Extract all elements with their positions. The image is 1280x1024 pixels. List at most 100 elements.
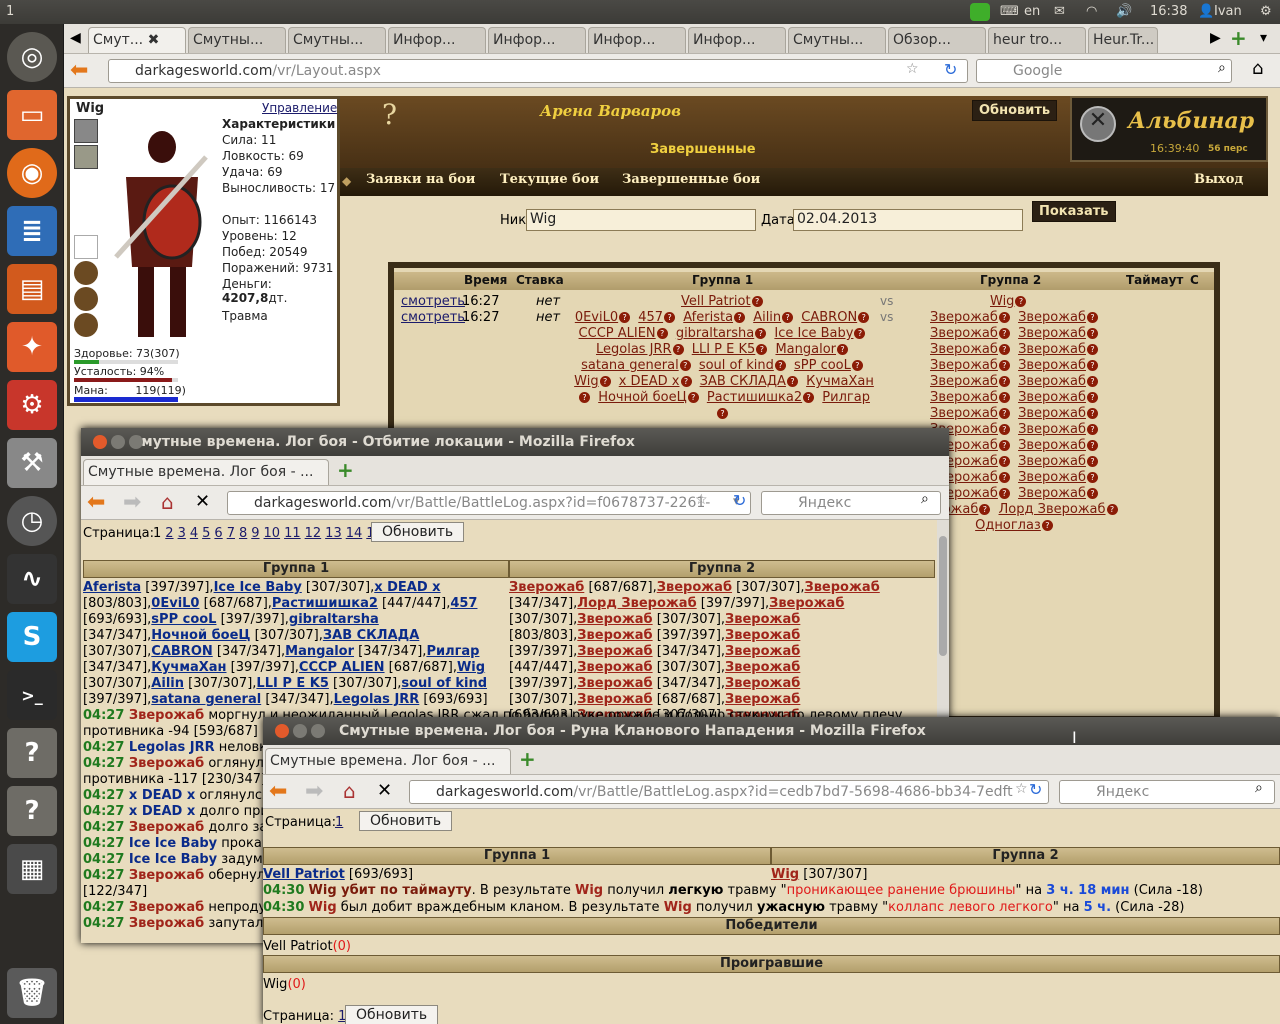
bookmark-star-icon[interactable]: ☆ [906,61,919,77]
url-bar[interactable]: darkagesworld.com/vr/Layout.aspx [108,59,968,83]
fighter-link[interactable]: Ice Ice Baby? [774,326,866,341]
tab[interactable]: Инфор... [488,27,586,53]
page-link[interactable]: 4 [190,526,198,541]
close-icon[interactable]: ✖ [148,32,160,48]
tab[interactable]: Смутные времена. Лог боя - ... [83,459,329,485]
fighter-link[interactable]: CABRON? [801,310,870,325]
writer-icon[interactable]: ≣ [7,206,57,256]
tab[interactable]: Инфор... [388,27,486,53]
page-link[interactable]: 12 [305,526,322,541]
new-tab-icon[interactable]: + [1230,26,1247,50]
ubuntu-home-icon[interactable]: ◎ [7,32,57,82]
power-icon[interactable]: ⚙ [1260,4,1272,19]
fighter-link[interactable]: 0EviL0? [575,310,631,325]
page-link[interactable]: 6 [214,526,222,541]
mail-icon[interactable]: ✉ [1054,4,1065,19]
tab[interactable]: Смут... ✖ [88,27,186,53]
fighter-link[interactable]: Зверожаб? [1018,310,1098,325]
tab[interactable]: Смутны... [288,27,386,53]
trauma-label[interactable]: Травма [222,309,268,323]
fighter-link[interactable]: Зверожаб? [1018,358,1098,373]
maximize-icon[interactable] [129,435,143,449]
tabs-scroll-left-icon[interactable]: ◀ [70,30,81,46]
show-button[interactable]: Показать [1032,201,1116,222]
checkmark-icon[interactable] [970,3,990,21]
weapon-slot[interactable] [74,119,98,143]
window-title[interactable]: Смутные времена. Лог боя - Отбитие локац… [81,428,949,456]
fighter-link[interactable]: Ailin? [753,310,794,325]
terminal-icon[interactable]: >_ [7,670,57,720]
fighter-link[interactable]: Wig? [990,294,1027,309]
fighter-link[interactable]: gibraltarsha? [676,326,767,341]
menu-applications[interactable]: Заявки на бои [366,172,475,187]
new-tab-icon[interactable]: + [519,747,536,771]
fighter-link[interactable]: Зверожаб? [930,310,1010,325]
refresh-button[interactable]: Обновить [345,1005,439,1024]
fighter-link[interactable]: 457? [638,310,676,325]
page-link[interactable]: 9 [251,526,259,541]
fighter-link[interactable]: Legolas JRR? [596,342,684,357]
fighter-link[interactable]: Mangalor? [775,342,849,357]
window-title[interactable]: Смутные времена. Лог боя - Руна Клановог… [263,717,1280,745]
fighter-link[interactable]: soul of kind? [699,358,786,373]
close-icon[interactable] [93,435,107,449]
tab-list-icon[interactable]: ▾ [1260,30,1267,46]
page-link[interactable]: 5 [202,526,210,541]
view-link[interactable]: смотреть [401,310,465,325]
files-icon[interactable]: ▭ [7,90,57,140]
tab[interactable]: Обзор... [888,27,986,53]
fighter-link[interactable]: Зверожаб? [1018,422,1098,437]
page-link[interactable]: 10 [264,526,281,541]
fighter-link[interactable]: Зверожаб? [930,406,1010,421]
tab[interactable]: Смутны... [188,27,286,53]
language-indicator[interactable]: en [1024,4,1040,19]
armor-slot[interactable] [74,145,98,169]
refresh-button[interactable]: Обновить [359,811,453,831]
character-name[interactable]: Wig [76,101,104,116]
refresh-button[interactable]: Обновить [371,522,465,542]
menu-exit[interactable]: Выход [1194,172,1243,187]
fighter-link[interactable]: Vell Patriot? [681,294,763,309]
back-icon[interactable]: ⬅ [269,779,287,804]
ring-slot[interactable] [74,313,98,337]
skype-icon[interactable]: S [7,612,57,662]
fighter-link[interactable]: Зверожаб? [1018,454,1098,469]
page-link[interactable]: 14 [346,526,363,541]
maximize-icon[interactable] [311,724,325,738]
tab[interactable]: Смутные времена. Лог боя - ... [265,748,511,774]
fighter-link[interactable]: Зверожаб? [1018,390,1098,405]
fighter-link[interactable]: Зверожаб? [1018,486,1098,501]
workspace-indicator[interactable]: 1 [6,4,14,19]
fighter-link[interactable]: satana general? [581,358,691,373]
fighter-link[interactable]: x DEAD x? [619,374,692,389]
system-monitor-icon[interactable]: ∿ [7,554,57,604]
reload-icon[interactable]: ↻ [1029,780,1042,799]
home-icon[interactable]: ⌂ [343,779,356,803]
empty-slot[interactable] [74,235,98,259]
software-center-icon[interactable]: ✦ [7,322,57,372]
refresh-button[interactable]: Обновить [972,100,1058,121]
nick-input[interactable]: Wig [526,209,756,231]
home-icon[interactable]: ⌂ [1252,58,1263,79]
page-link[interactable]: 3 [178,526,186,541]
help-icon[interactable]: ? [382,98,397,131]
date-input[interactable]: 02.04.2013 [793,209,1023,231]
fighter-link[interactable]: LLI P E K5? [692,342,768,357]
clock-icon[interactable]: ◷ [7,496,57,546]
ring-slot[interactable] [74,287,98,311]
menu-current[interactable]: Текущие бои [500,172,599,187]
home-icon[interactable]: ⌂ [161,490,174,514]
page-link[interactable]: 11 [284,526,301,541]
url-bar[interactable]: darkagesworld.com/vr/Battle/BattleLog.as… [227,491,751,515]
tab[interactable]: heur tro... [988,27,1086,53]
tab[interactable]: Инфор... [688,27,786,53]
volume-icon[interactable]: 🔊 [1116,4,1132,19]
page-link[interactable]: 8 [239,526,247,541]
minimize-icon[interactable] [293,724,307,738]
fighter-link[interactable]: Ночной боеЦ? [598,390,699,405]
stop-icon[interactable]: ✕ [377,780,392,801]
page-link[interactable]: 1 [335,815,343,830]
trash-icon[interactable]: 🗑 [7,968,57,1018]
fighter-link[interactable]: Одноглаз? [975,518,1053,533]
wifi-icon[interactable]: ◠ [1086,4,1097,19]
